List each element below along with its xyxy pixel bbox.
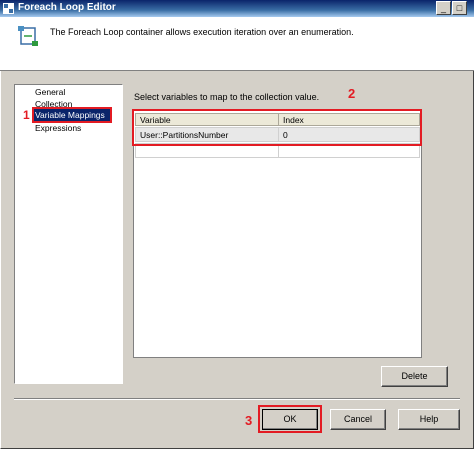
cancel-button[interactable]: Cancel [330, 409, 386, 430]
window-title: Foreach Loop Editor [18, 2, 116, 13]
annotation-box-1 [32, 107, 112, 123]
app-icon [3, 3, 14, 14]
maximize-button[interactable]: □ [452, 1, 467, 15]
mapping-instruction: Select variables to map to the collectio… [134, 92, 320, 102]
annotation-label-2: 2 [348, 86, 356, 101]
minimize-button[interactable]: _ [436, 1, 451, 15]
help-button[interactable]: Help [398, 409, 460, 430]
annotation-label-1: 1 [23, 108, 30, 122]
header-description: The Foreach Loop container allows execut… [50, 27, 354, 37]
annotation-box-2 [132, 109, 422, 146]
header-panel: The Foreach Loop container allows execut… [0, 17, 474, 71]
annotation-box-3 [258, 405, 322, 433]
footer-separator [14, 398, 460, 400]
nav-item-expressions[interactable]: Expressions [34, 122, 81, 134]
title-bar[interactable]: Foreach Loop Editor _ □ [0, 0, 474, 17]
annotation-label-3: 3 [245, 413, 253, 428]
foreach-loop-icon [18, 26, 38, 46]
nav-item-general[interactable]: General [34, 86, 65, 98]
delete-button[interactable]: Delete [381, 366, 448, 387]
